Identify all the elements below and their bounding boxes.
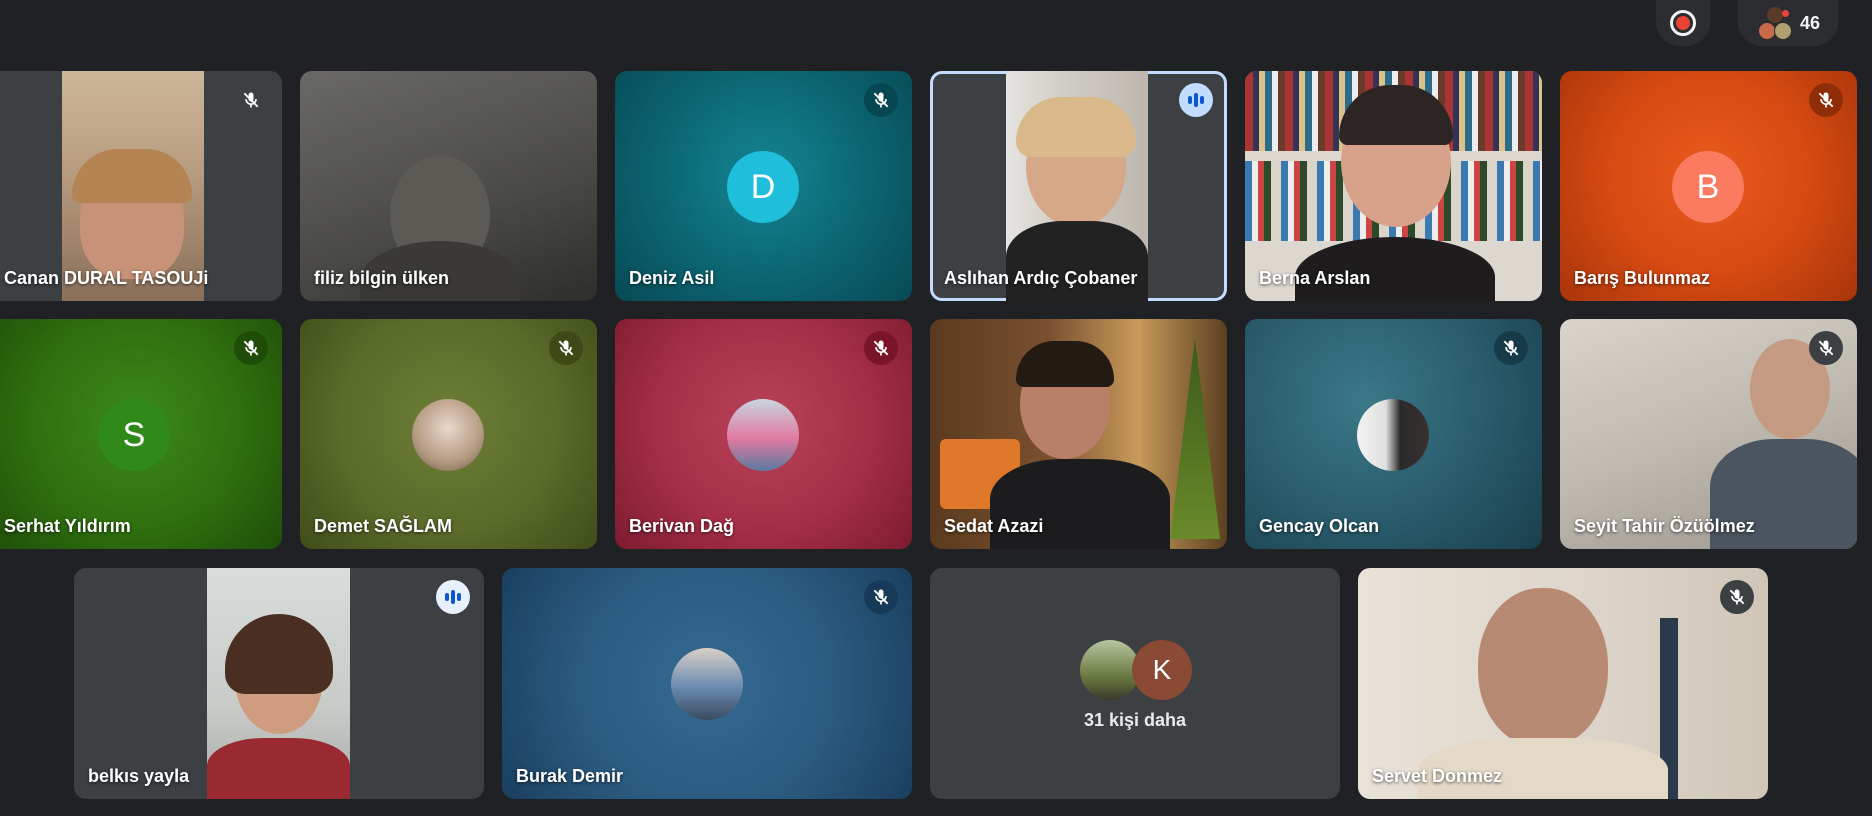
participants-avatars — [1756, 6, 1792, 40]
more-participants-label: 31 kişi daha — [1083, 710, 1187, 730]
participant-tile-gencay[interactable]: Gencay Olcan — [1245, 319, 1542, 549]
participant-tile-baris[interactable]: B Barış Bulunmaz — [1560, 71, 1857, 301]
top-controls: 46 — [1652, 0, 1872, 60]
participant-name: Demet SAĞLAM — [314, 516, 453, 536]
participant-count: 46 — [1799, 12, 1821, 33]
participant-name: Servet Donmez — [1372, 766, 1503, 786]
mic-off-icon — [1809, 83, 1843, 117]
participant-tile-demet[interactable]: Demet SAĞLAM — [300, 319, 597, 549]
participant-name: belkıs yayla — [88, 766, 190, 786]
participant-tile-seyit[interactable]: Seyit Tahir Özüölmez — [1560, 319, 1857, 549]
participant-name: Sedat Azazi — [944, 516, 1044, 536]
participant-name: Seyit Tahir Özüölmez — [1574, 516, 1755, 536]
mic-off-icon — [234, 331, 268, 365]
participant-name: Deniz Asil — [629, 268, 715, 288]
participant-name: Berivan Dağ — [629, 516, 735, 536]
participant-tile-aslihan[interactable]: Aslıhan Ardıç Çobaner — [930, 71, 1227, 301]
avatar-photo — [1357, 399, 1429, 471]
avatar-photo — [1080, 640, 1140, 700]
participant-name: filiz bilgin ülken — [314, 268, 449, 288]
avatar-photo — [727, 399, 799, 471]
video-feed — [207, 568, 350, 799]
participant-name: Barış Bulunmaz — [1574, 268, 1711, 288]
avatar-letter: B — [1672, 151, 1744, 223]
participants-button[interactable]: 46 — [1738, 0, 1838, 46]
record-icon — [1670, 10, 1696, 36]
participant-name: Serhat Yıldırım — [4, 516, 131, 536]
mic-off-icon — [234, 83, 268, 117]
participant-tile-belkis[interactable]: belkıs yayla — [74, 568, 484, 799]
mic-off-icon — [549, 331, 583, 365]
participant-tile-canan[interactable]: Canan DURAL TASOUJi — [0, 71, 282, 301]
video-feed — [1006, 71, 1148, 301]
participant-name: Berna Arslan — [1259, 268, 1371, 288]
avatar-letter: S — [98, 399, 170, 471]
mic-off-icon — [1720, 580, 1754, 614]
participant-tile-servet[interactable]: Servet Donmez — [1358, 568, 1768, 799]
mic-off-icon — [1494, 331, 1528, 365]
avatar-letter: D — [727, 151, 799, 223]
mic-off-icon — [1809, 331, 1843, 365]
participant-name: Canan DURAL TASOUJi — [4, 268, 209, 288]
video-feed — [62, 71, 204, 301]
mic-off-icon — [864, 83, 898, 117]
more-participants-tile[interactable]: K 31 kişi daha — [930, 568, 1340, 799]
speaking-indicator-icon — [436, 580, 470, 614]
participant-tile-burak[interactable]: Burak Demir — [502, 568, 912, 799]
avatar-photo — [412, 399, 484, 471]
participant-tile-sedat[interactable]: Sedat Azazi — [930, 319, 1227, 549]
mic-off-icon — [864, 580, 898, 614]
avatar-letter: K — [1132, 640, 1192, 700]
participant-name: Aslıhan Ardıç Çobaner — [944, 268, 1138, 288]
recording-button[interactable] — [1656, 0, 1710, 46]
participant-tile-serhat[interactable]: S Serhat Yıldırım — [0, 319, 282, 549]
participant-name: Burak Demir — [516, 766, 624, 786]
mic-off-icon — [864, 331, 898, 365]
participant-tile-filiz[interactable]: filiz bilgin ülken — [300, 71, 597, 301]
participant-tile-deniz[interactable]: D Deniz Asil — [615, 71, 912, 301]
participant-name: Gencay Olcan — [1259, 516, 1380, 536]
avatar-photo — [671, 648, 743, 720]
participant-tile-berna[interactable]: Berna Arslan — [1245, 71, 1542, 301]
participant-tile-berivan[interactable]: Berivan Dağ — [615, 319, 912, 549]
speaking-indicator-icon — [1179, 83, 1213, 117]
